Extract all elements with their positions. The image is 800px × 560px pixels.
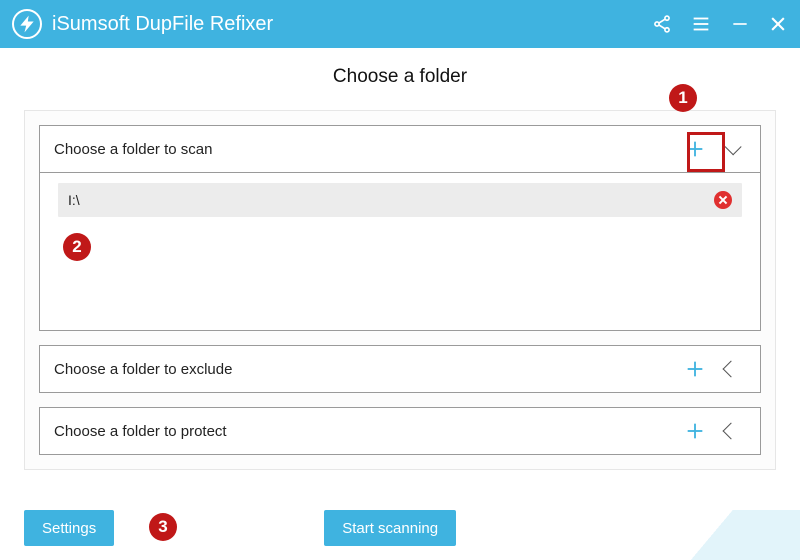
menu-icon[interactable] (690, 13, 712, 35)
add-exclude-folder-button[interactable] (680, 354, 710, 384)
protect-section-label: Choose a folder to protect (54, 423, 680, 440)
start-scanning-button[interactable]: Start scanning (324, 510, 456, 546)
collapse-protect-icon[interactable] (716, 425, 746, 437)
scan-folder-list: I:\ (39, 173, 761, 331)
collapse-scan-icon[interactable] (716, 143, 746, 155)
scan-section-label: Choose a folder to scan (54, 141, 680, 158)
window-controls (652, 13, 788, 35)
titlebar: iSumsoft DupFile Refixer (0, 0, 800, 48)
exclude-section-header: Choose a folder to exclude (39, 345, 761, 393)
folder-panel: Choose a folder to scan I:\ Choose a fol… (24, 110, 776, 470)
folder-path: I:\ (68, 192, 714, 208)
exclude-section-label: Choose a folder to exclude (54, 361, 680, 378)
list-item: I:\ (58, 183, 742, 217)
add-scan-folder-button[interactable] (680, 134, 710, 164)
scan-section-header: Choose a folder to scan (39, 125, 761, 173)
protect-section-header: Choose a folder to protect (39, 407, 761, 455)
remove-folder-icon[interactable] (714, 191, 732, 209)
minimize-icon[interactable] (730, 14, 750, 34)
share-icon[interactable] (652, 14, 672, 34)
collapse-exclude-icon[interactable] (716, 363, 746, 375)
app-title: iSumsoft DupFile Refixer (52, 13, 652, 36)
app-logo-icon (12, 9, 42, 39)
settings-button[interactable]: Settings (24, 510, 114, 546)
add-protect-folder-button[interactable] (680, 416, 710, 446)
bottom-bar: Settings Start scanning (0, 496, 800, 560)
page-title: Choose a folder (0, 48, 800, 98)
close-icon[interactable] (768, 14, 788, 34)
